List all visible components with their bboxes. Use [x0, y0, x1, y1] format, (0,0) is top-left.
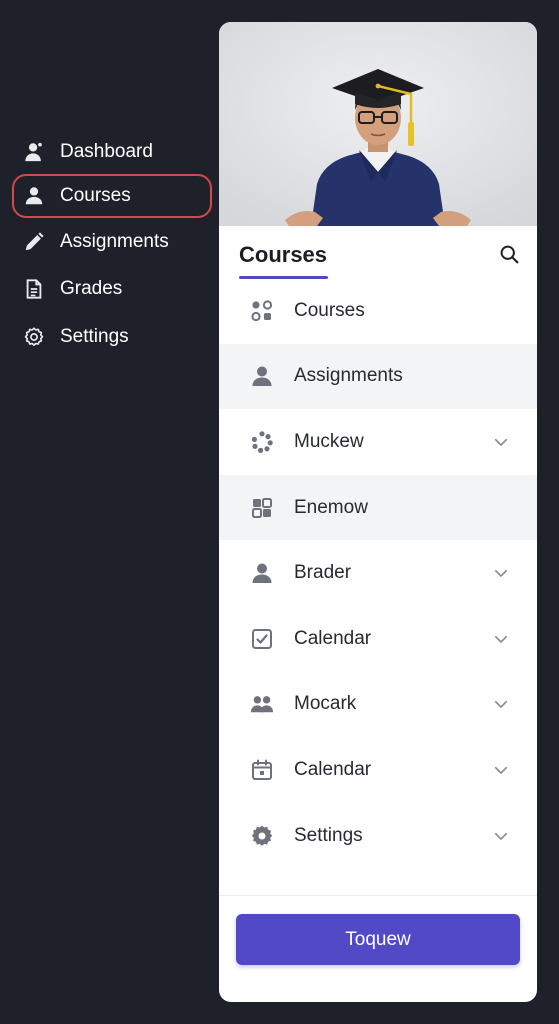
sidebar-item-label: Settings: [60, 326, 129, 347]
menu-item-label: Courses: [294, 299, 365, 321]
search-button[interactable]: [497, 242, 521, 266]
users-icon: [250, 692, 274, 716]
sidebar-item-label: Dashboard: [60, 141, 153, 162]
primary-action-button[interactable]: Toquew: [236, 914, 520, 965]
menu-item-label: Enemow: [294, 496, 368, 518]
chevron-down-icon[interactable]: [491, 694, 511, 714]
page-title: Courses: [239, 242, 328, 267]
menu-item-courses[interactable]: Courses: [219, 278, 537, 344]
chevron-down-icon[interactable]: [491, 629, 511, 649]
courses-panel: Courses Courses Assignments Muckew Enemo…: [219, 22, 537, 1002]
menu-item-label: Calendar: [294, 627, 372, 649]
user-icon: [250, 364, 274, 388]
user-icon: [22, 184, 46, 208]
user-icon: [22, 140, 46, 164]
menu-item-mocark[interactable]: Mocark: [219, 672, 537, 738]
menu-item-enemow[interactable]: Enemow: [219, 474, 537, 541]
menu-item-label: Calendar: [294, 758, 372, 780]
chevron-down-icon[interactable]: [491, 760, 511, 780]
panel-header: Courses: [219, 226, 537, 282]
sidebar-item-label: Assignments: [60, 231, 169, 252]
menu-item-label: Mocark: [294, 693, 357, 715]
sidebar-item-courses[interactable]: Courses: [12, 174, 212, 218]
menu-item-label: Muckew: [294, 430, 364, 452]
menu-item-label: Settings: [294, 824, 363, 846]
sidebar-item-dashboard[interactable]: Dashboard: [12, 130, 212, 174]
gear-icon: [250, 824, 274, 848]
sidebar-item-grades[interactable]: Grades: [12, 267, 212, 311]
menu-item-calendar[interactable]: Calendar: [219, 606, 537, 672]
chevron-down-icon[interactable]: [491, 432, 511, 452]
course-menu-list: Courses Assignments Muckew Enemow Brader…: [219, 278, 537, 868]
sidebar-item-assignments[interactable]: Assignments: [12, 220, 212, 264]
chevron-down-icon[interactable]: [491, 563, 511, 583]
sidebar-nav: Dashboard Courses Assignments Grades Set…: [0, 0, 219, 1024]
document-icon: [22, 277, 46, 301]
pencil-icon: [22, 230, 46, 254]
footer-divider: [219, 895, 537, 896]
menu-item-label: Assignments: [294, 365, 403, 387]
hero-image: [219, 22, 537, 226]
sidebar-item-label: Courses: [60, 185, 131, 206]
sidebar-item-label: Grades: [60, 278, 123, 299]
search-icon: [500, 245, 518, 263]
blocks-icon: [250, 496, 274, 520]
menu-item-muckew[interactable]: Muckew: [219, 409, 537, 475]
chevron-down-icon[interactable]: [491, 826, 511, 846]
sidebar-item-settings[interactable]: Settings: [12, 315, 212, 359]
menu-item-assignments[interactable]: Assignments: [219, 343, 537, 410]
calendar-icon: [250, 758, 274, 782]
gear-icon: [22, 325, 46, 349]
menu-item-brader[interactable]: Brader: [219, 540, 537, 606]
menu-item-calendar-2[interactable]: Calendar: [219, 737, 537, 803]
shapes-icon: [250, 299, 274, 323]
menu-item-label: Brader: [294, 562, 352, 584]
dots-circle-icon: [250, 430, 274, 454]
user-icon: [250, 561, 274, 585]
checkbox-icon: [250, 627, 274, 651]
menu-item-settings[interactable]: Settings: [219, 803, 537, 869]
